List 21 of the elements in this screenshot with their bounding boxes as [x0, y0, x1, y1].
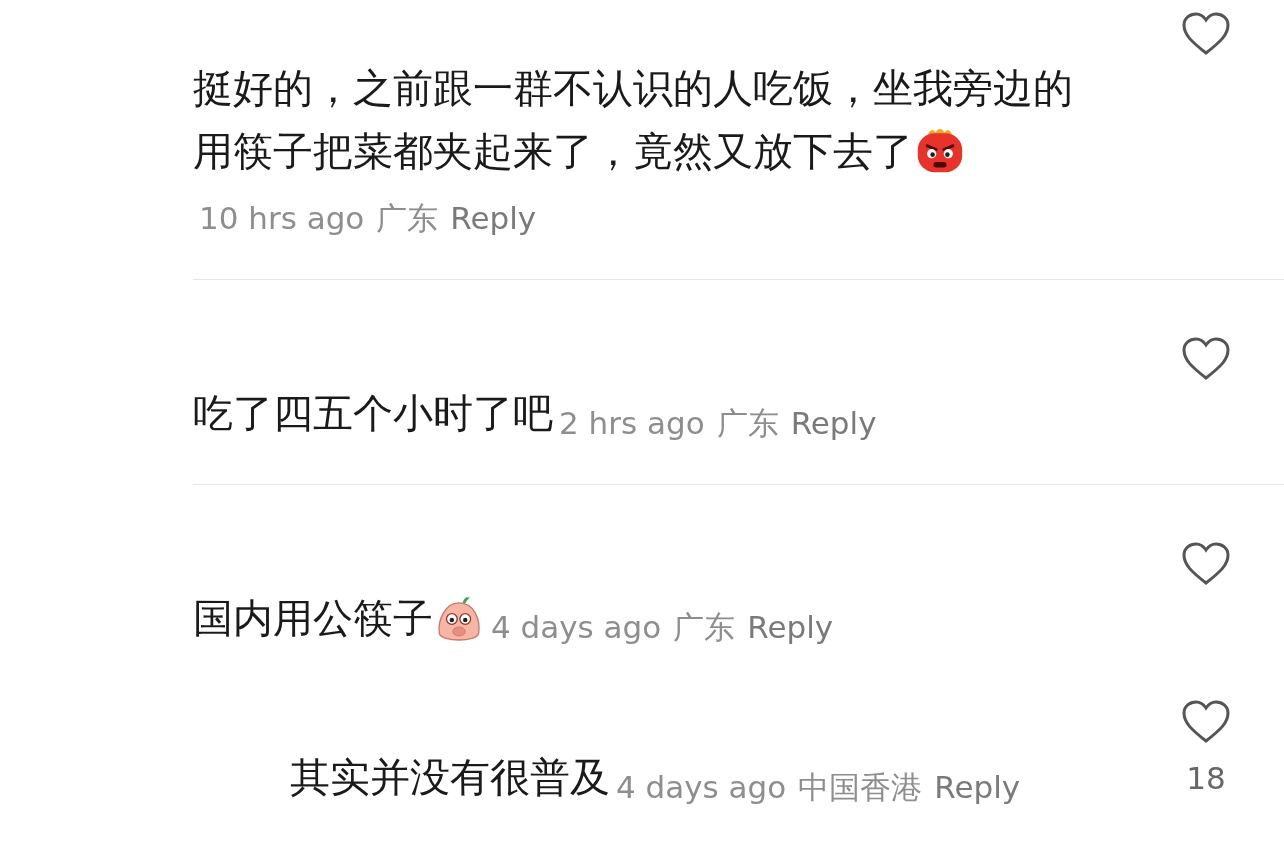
heart-icon[interactable]	[1182, 541, 1230, 586]
reply-link[interactable]: Reply	[790, 391, 877, 454]
like-count: 18	[1185, 760, 1227, 796]
heart-icon[interactable]	[1182, 700, 1230, 744]
reply-link[interactable]: Reply	[934, 755, 1021, 818]
comment-text: 挺好的，之前跟一群不认识的人吃饭，坐我旁边的用筷子把菜都夹起来了，竟然又放下去了	[193, 65, 1073, 174]
comment-location: 中国香港	[798, 768, 923, 805]
comment-location: 广东	[376, 200, 439, 236]
comment-time: 4 days ago	[616, 768, 787, 805]
reply-link[interactable]: Reply	[747, 596, 834, 658]
comment-time: 4 days ago	[491, 609, 662, 645]
comment-time: 2 hrs ago	[559, 404, 705, 441]
comment-text: 其实并没有很普及	[290, 754, 610, 800]
heart-icon[interactable]	[1182, 12, 1230, 56]
heart-icon[interactable]	[1182, 337, 1230, 381]
reply-link[interactable]: Reply	[450, 187, 537, 249]
comment-location: 广东	[673, 609, 736, 645]
comment-location: 广东	[716, 404, 779, 441]
comment-time: 10 hrs ago	[199, 200, 365, 236]
comment-text: 吃了四五个小时了吧	[193, 390, 553, 436]
comment-text: 国内用公筷子	[193, 594, 433, 641]
